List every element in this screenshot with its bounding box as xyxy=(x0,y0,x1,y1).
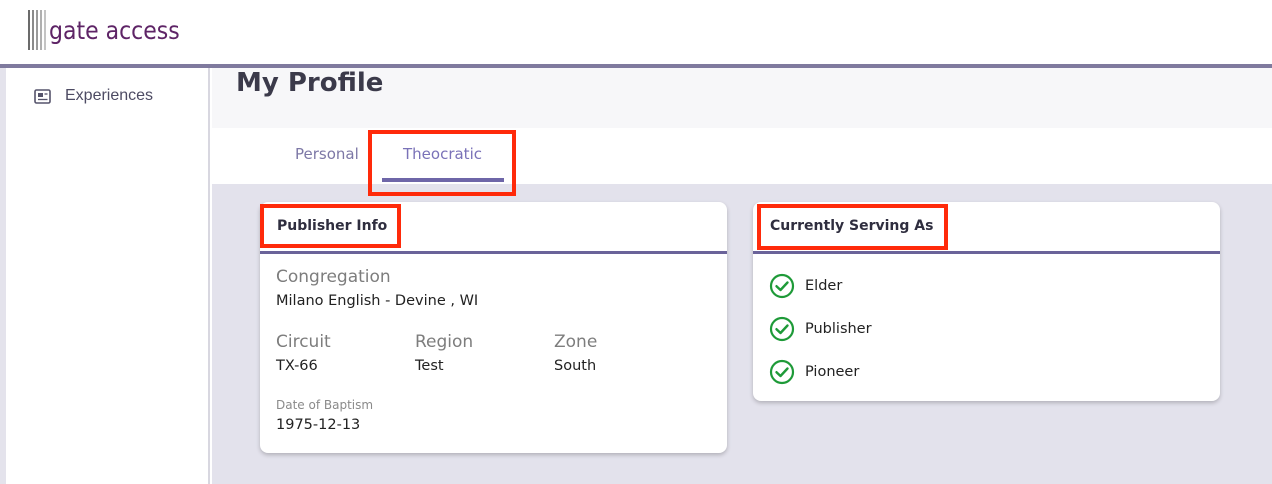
check-circle-icon xyxy=(769,316,795,342)
serving-item-pioneer: Pioneer xyxy=(769,359,859,385)
circuit-label: Circuit xyxy=(276,332,331,352)
page-title: My Profile xyxy=(236,68,384,98)
check-circle-icon xyxy=(769,359,795,385)
zone-label: Zone xyxy=(554,332,598,352)
serving-item-elder: Elder xyxy=(769,273,842,299)
logo-text: gate access xyxy=(49,15,180,45)
highlight-publisher-info xyxy=(260,204,401,248)
highlight-theocratic-tab xyxy=(368,130,516,196)
logo-bars-icon xyxy=(28,10,46,50)
top-bar: gate access xyxy=(0,0,1272,64)
logo[interactable]: gate access xyxy=(28,8,198,52)
baptism-label: Date of Baptism xyxy=(276,398,374,412)
baptism-value: 1975-12-13 xyxy=(276,417,361,433)
serving-label: Elder xyxy=(805,278,843,294)
serving-label: Publisher xyxy=(805,321,872,337)
sidebar-edge xyxy=(0,68,6,484)
highlight-currently-serving xyxy=(757,204,948,250)
congregation-value: Milano English - Devine , WI xyxy=(276,293,479,309)
sidebar-item-experiences[interactable]: Experiences xyxy=(34,86,153,106)
region-label: Region xyxy=(415,332,474,352)
serving-label: Pioneer xyxy=(805,364,860,380)
check-circle-icon xyxy=(769,273,795,299)
tab-personal[interactable]: Personal xyxy=(295,145,359,163)
sidebar xyxy=(0,68,210,484)
circuit-value: TX-66 xyxy=(276,358,318,374)
sidebar-item-label: Experiences xyxy=(65,87,154,104)
region-value: Test xyxy=(415,358,444,374)
serving-item-publisher: Publisher xyxy=(769,316,872,342)
zone-value: South xyxy=(554,358,597,374)
newspaper-icon xyxy=(34,88,51,104)
congregation-label: Congregation xyxy=(276,267,391,287)
